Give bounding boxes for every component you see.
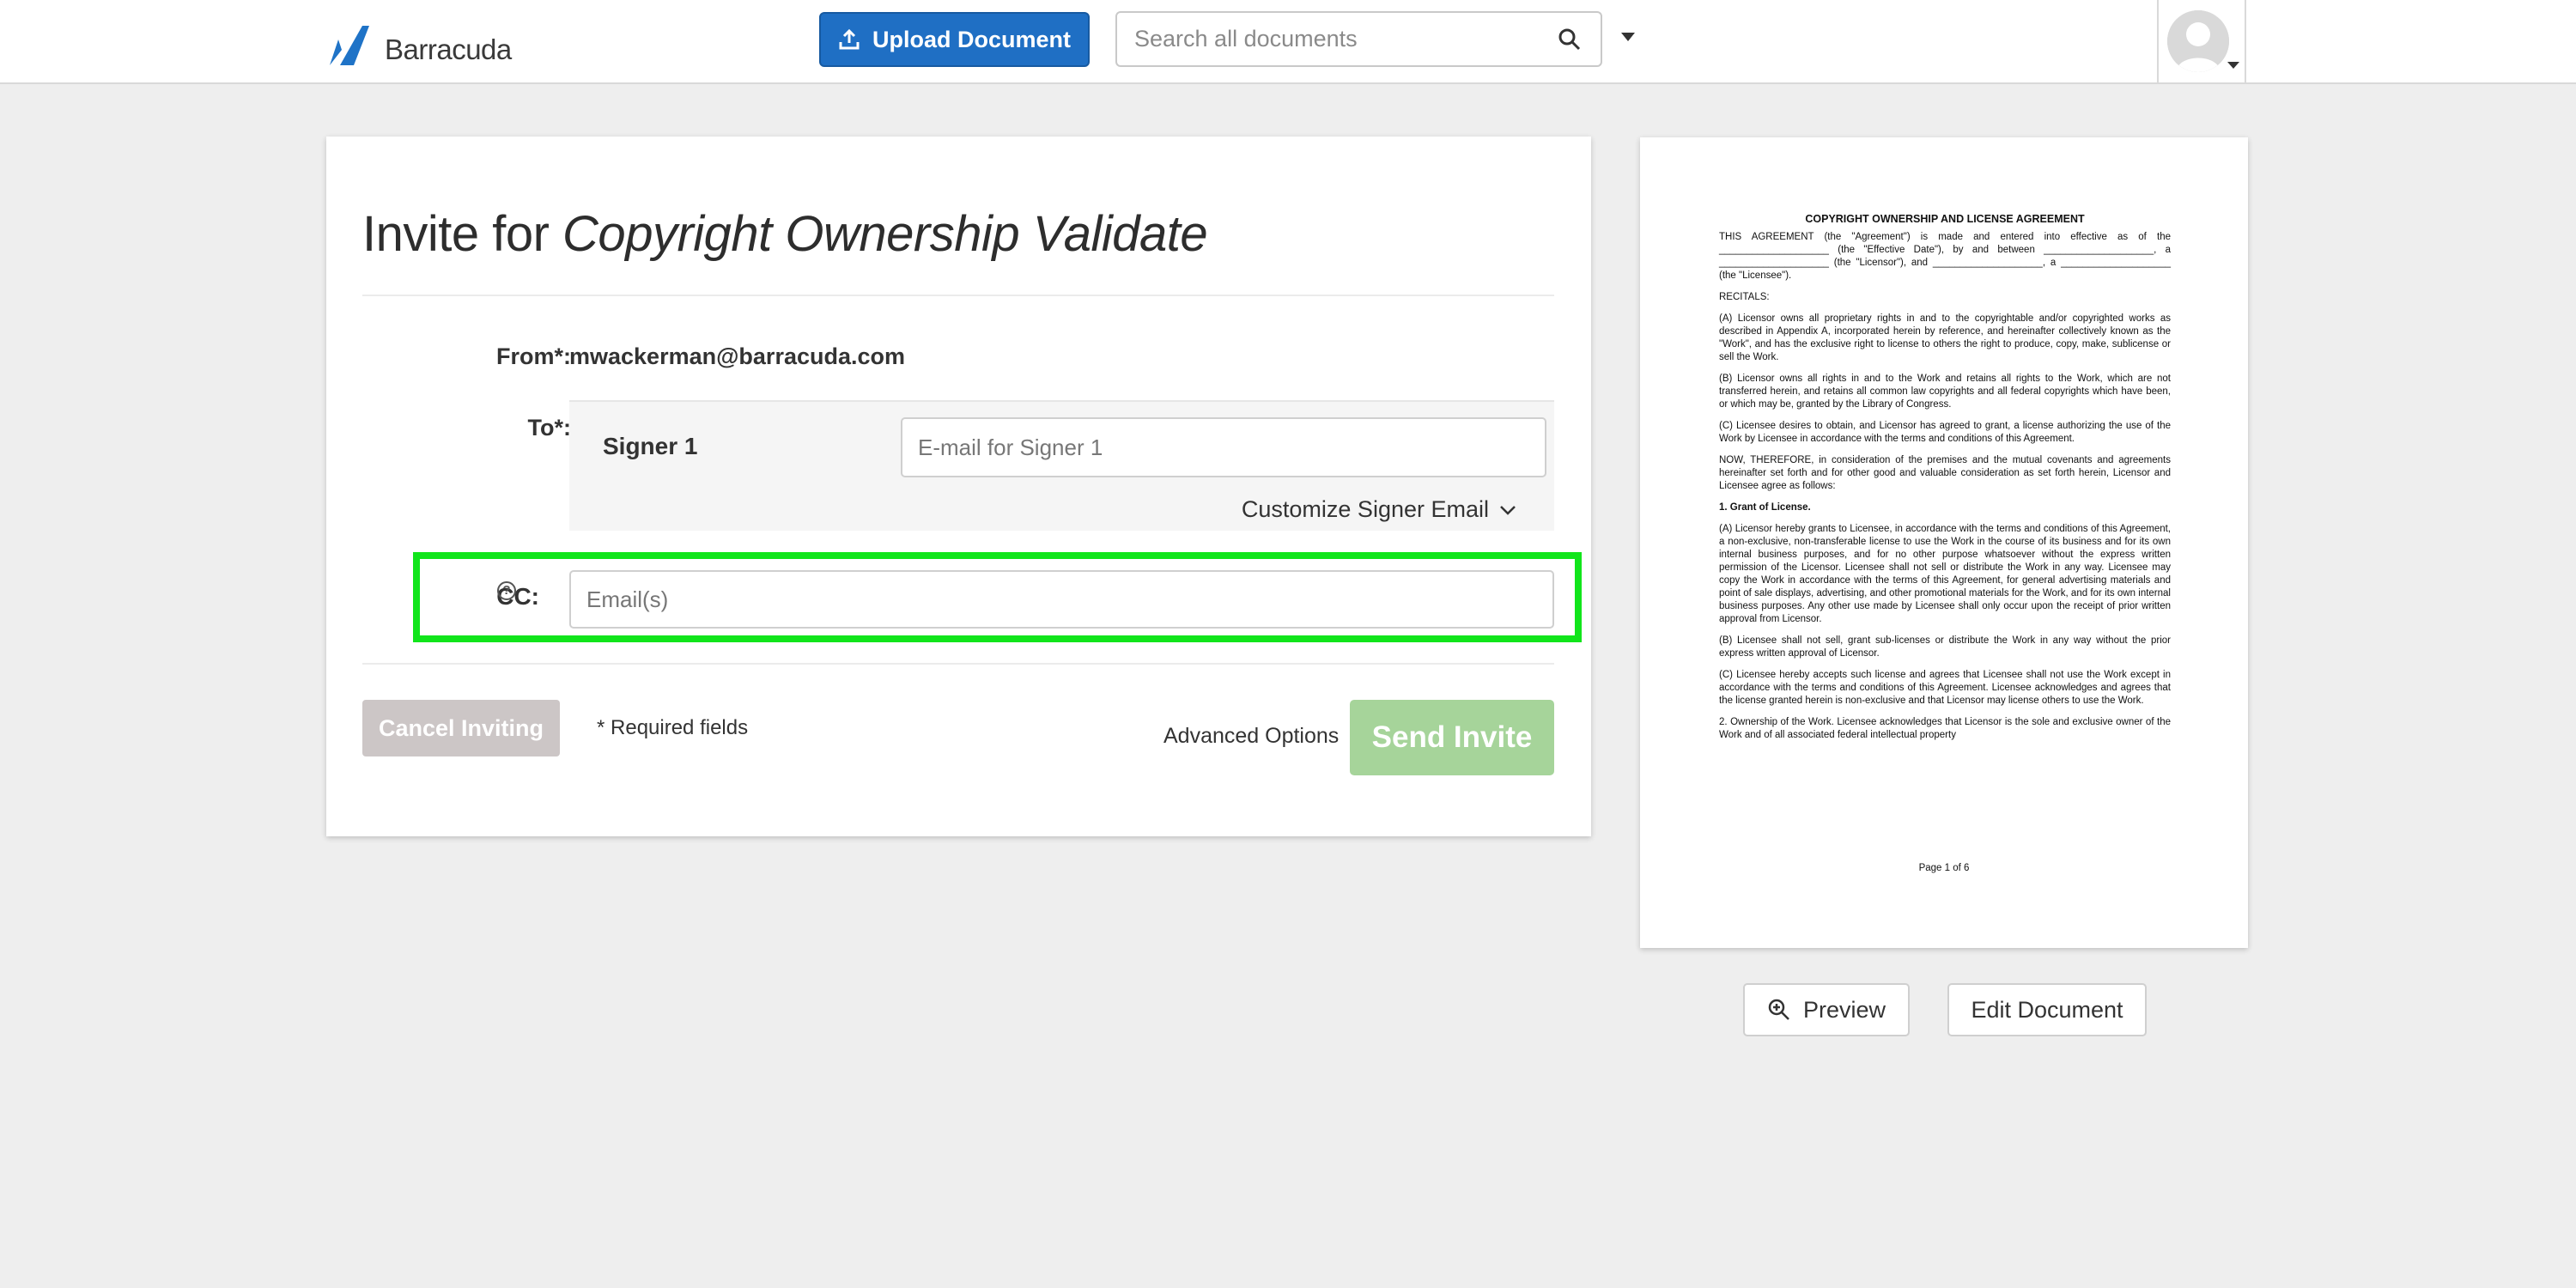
page-title: Invite for Copyright Ownership Validate [362,205,1208,263]
footer-divider [362,663,1554,665]
signer-email-field[interactable] [901,417,1546,477]
signer-panel: Signer 1 Customize Signer Email [569,400,1554,531]
doc-paragraph: (B) Licensor owns all rights in and to t… [1719,374,2171,410]
document-title: COPYRIGHT OWNERSHIP AND LICENSE AGREEMEN… [1805,213,2085,225]
search-box[interactable] [1115,11,1602,67]
customize-signer-email-label: Customize Signer Email [1241,496,1489,522]
title-prefix: Invite for [362,206,563,262]
from-email: mwackerman@barracuda.com [569,343,905,369]
doc-paragraph: THIS AGREEMENT (the "Agreement") is made… [1719,232,2171,281]
cc-email-field[interactable] [569,570,1554,629]
advanced-options-link[interactable]: Advanced Options [1163,724,1339,749]
logo-text: Barracuda [385,33,512,65]
preview-label: Preview [1802,996,1886,1023]
document-name: Copyright Ownership Validate [562,206,1208,262]
to-label: To*: [527,415,571,440]
document-thumbnail[interactable]: COPYRIGHT OWNERSHIP AND LICENSE AGREEMEN… [1640,137,2248,948]
doc-paragraph: (A) Licensor owns all proprietary rights… [1719,313,2171,362]
preview-button[interactable]: Preview [1743,983,1910,1036]
upload-document-button[interactable]: Upload Document [819,12,1090,67]
title-divider [362,295,1554,296]
doc-paragraph: NOW, THEREFORE, in consideration of the … [1719,455,2171,491]
search-options-chevron-icon[interactable] [1621,33,1635,41]
cancel-inviting-button[interactable]: Cancel Inviting [362,700,560,756]
customize-signer-email-link[interactable]: Customize Signer Email [1242,496,1516,523]
doc-paragraph: (C) Licensee hereby accepts such license… [1719,670,2171,706]
barracuda-fin-icon [330,26,369,65]
top-navbar: Barracuda Upload Document [0,0,2576,84]
doc-paragraph: 2. Ownership of the Work. Licensee ackno… [1719,717,2171,740]
user-menu-chevron-icon[interactable] [2227,62,2239,69]
upload-icon [839,28,860,50]
user-menu[interactable] [2157,0,2246,82]
edit-document-button[interactable]: Edit Document [1947,983,2147,1036]
signer-name: Signer 1 [603,433,698,459]
search-icon[interactable] [1558,27,1582,52]
required-fields-note: * Required fields [597,716,749,739]
doc-paragraph: (A) Licensor hereby grants to Licensee, … [1719,524,2171,624]
doc-section-heading: 1. Grant of License. [1719,502,1811,513]
send-invite-button[interactable]: Send Invite [1350,700,1554,775]
chevron-down-icon [1500,505,1516,515]
search-input[interactable] [1134,26,1538,52]
upload-document-label: Upload Document [872,26,1071,52]
avatar[interactable] [2167,10,2229,72]
doc-paragraph: (B) Licensee shall not sell, grant sub-l… [1719,635,2171,659]
cc-label: CC: [453,583,539,611]
help-icon[interactable]: ? [497,581,516,600]
invite-card: Invite for Copyright Ownership Validate … [326,137,1591,836]
doc-paragraph: RECITALS: [1719,292,1770,302]
page-number: Page 1 of 6 [1918,863,1970,873]
zoom-in-icon [1768,999,1789,1020]
user-avatar-icon [2167,10,2229,72]
barracuda-logo[interactable]: Barracuda [328,22,512,67]
from-label: From*: [496,343,571,369]
doc-paragraph: (C) Licensee desires to obtain, and Lice… [1719,421,2171,444]
